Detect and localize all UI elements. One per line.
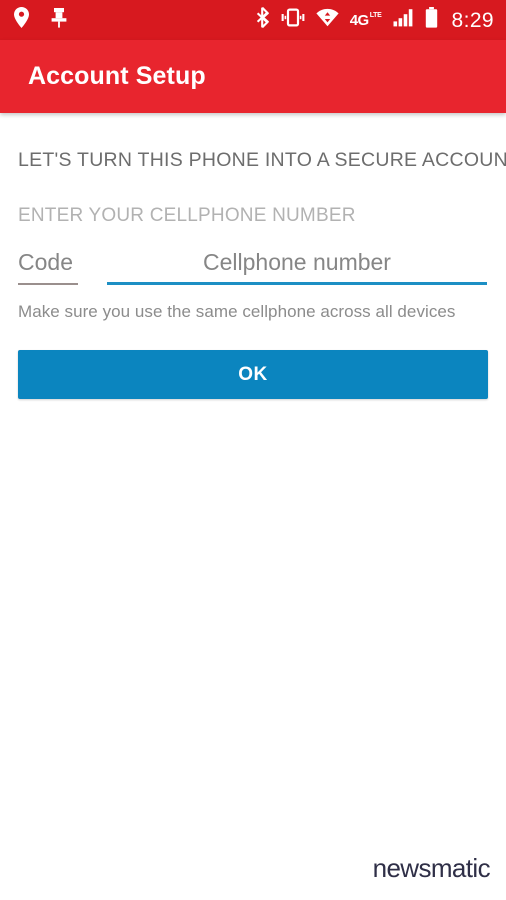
cellphone-number-input[interactable] <box>107 249 487 276</box>
wifi-icon <box>316 8 339 32</box>
country-code-input[interactable] <box>18 249 78 276</box>
ok-button[interactable]: OK <box>18 350 488 399</box>
country-code-underline <box>18 283 78 285</box>
phone-screen: 4G LTE 8:29 Account Setup LET'S TURN THI… <box>0 0 506 900</box>
status-bar-left-icons <box>14 7 67 33</box>
helper-text: Make sure you use the same cellphone acr… <box>18 302 456 321</box>
network-4glte-icon: 4G LTE <box>349 11 382 29</box>
app-bar: Account Setup <box>0 40 506 113</box>
pushpin-icon <box>51 7 67 33</box>
signal-bars-icon <box>393 8 414 32</box>
bluetooth-icon <box>256 6 270 33</box>
newsmatic-watermark: newsmatic <box>372 853 491 883</box>
status-bar-right-icons: 4G LTE 8:29 <box>256 6 494 33</box>
network-lte-label: LTE <box>369 11 382 19</box>
country-code-field[interactable] <box>18 249 78 285</box>
vibrate-icon <box>281 8 305 32</box>
page-title: Account Setup <box>28 62 206 90</box>
main-content: LET'S TURN THIS PHONE INTO A SECURE ACCO… <box>0 149 506 399</box>
cellphone-number-underline <box>107 282 487 285</box>
network-4g-label: 4G <box>349 11 370 29</box>
cellphone-number-field[interactable] <box>107 249 487 285</box>
subheading-text: ENTER YOUR CELLPHONE NUMBER <box>18 205 356 226</box>
status-bar-clock: 8:29 <box>451 8 494 32</box>
headline-text: LET'S TURN THIS PHONE INTO A SECURE ACCO… <box>18 149 506 171</box>
phone-entry-row <box>18 249 488 285</box>
location-pin-icon <box>14 7 29 33</box>
status-bar: 4G LTE 8:29 <box>0 0 506 40</box>
battery-icon <box>425 7 438 33</box>
